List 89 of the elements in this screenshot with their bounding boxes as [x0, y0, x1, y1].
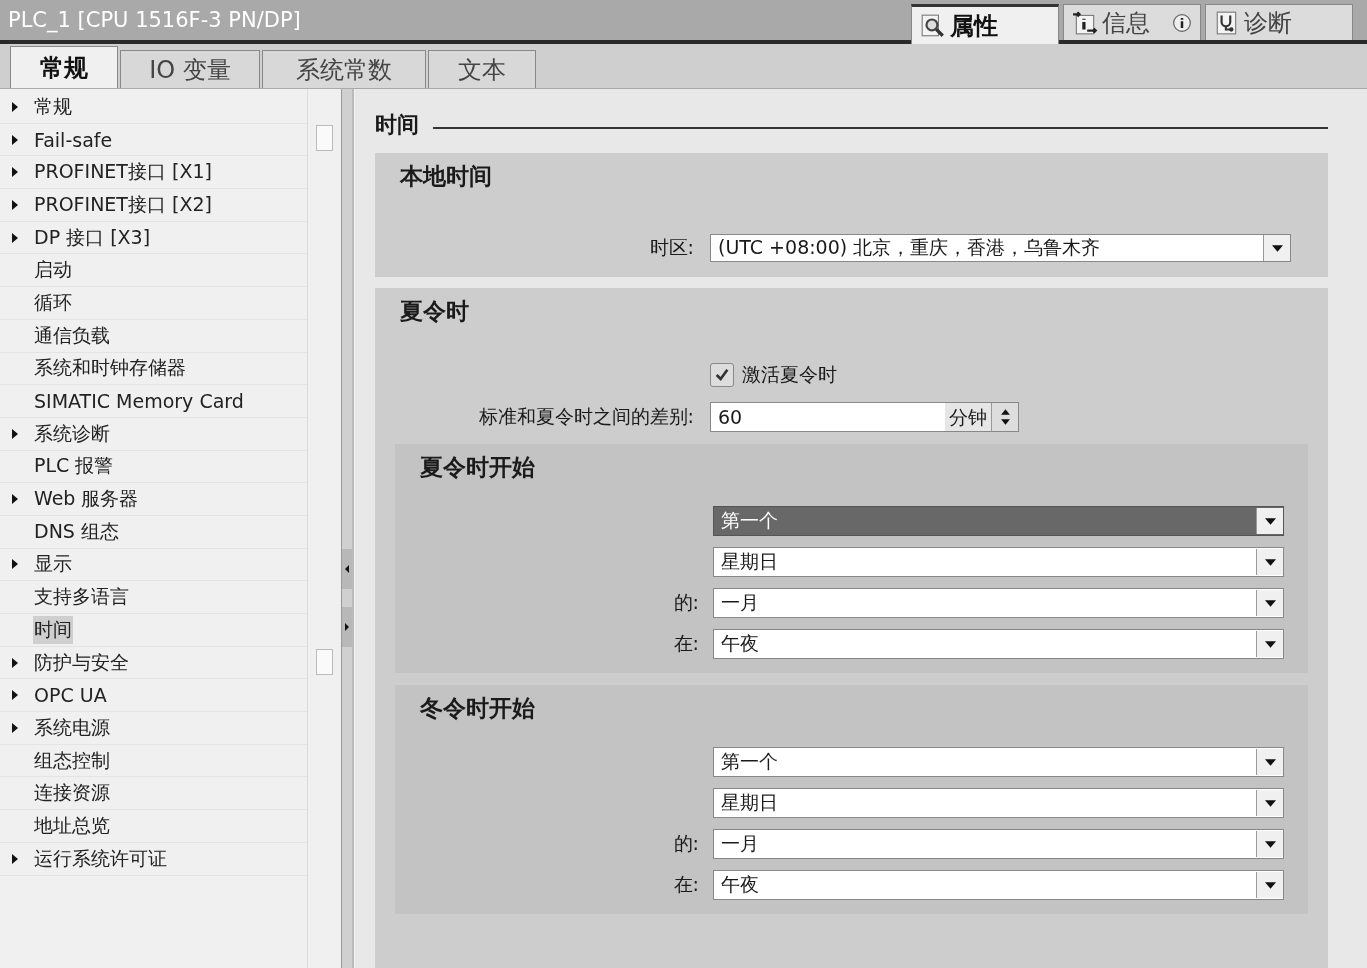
nav-item[interactable]: OPC UA: [33, 683, 108, 708]
right-arrow-icon: [344, 622, 350, 632]
expand-arrow-icon[interactable]: [11, 166, 19, 179]
dropdown[interactable]: 午夜: [713, 629, 1284, 659]
unit-label: 分钟: [945, 403, 991, 431]
info-icon: [1172, 12, 1192, 33]
dropdown-arrow-icon: [1264, 640, 1276, 648]
left-arrow-icon: [344, 564, 350, 574]
expand-arrow-icon[interactable]: [11, 493, 19, 506]
inspector-tab[interactable]: 信息: [1063, 4, 1201, 40]
nav-item[interactable]: DNS 组态: [33, 517, 120, 546]
nav-item[interactable]: Web 服务器: [33, 485, 140, 514]
dropdown-arrow-icon: [1264, 558, 1276, 566]
nav-item[interactable]: 地址总览: [33, 811, 111, 840]
dropdown-arrow-icon: [1264, 517, 1276, 525]
window-title: PLC_1 [CPU 1516F-3 PN/DP]: [7, 8, 301, 32]
field-label: 标准和夏令时之间的差别:: [477, 404, 695, 429]
inspector-tab[interactable]: 属性: [911, 4, 1059, 44]
nav-item[interactable]: PLC 报警: [33, 452, 115, 481]
number-field[interactable]: 60 分钟: [710, 402, 1019, 432]
dropdown-arrow-icon: [1264, 758, 1276, 766]
nav-item[interactable]: 支持多语言: [33, 583, 130, 612]
tab[interactable]: 文本: [428, 50, 536, 88]
dropdown[interactable]: 星期日: [713, 547, 1284, 577]
dropdown-arrow-icon: [1264, 799, 1276, 807]
checkbox-label: 激活夏令时: [742, 362, 837, 387]
spin-buttons[interactable]: [991, 403, 1018, 431]
expand-arrow-icon[interactable]: [11, 689, 19, 702]
inspector-tab[interactable]: 诊断: [1205, 4, 1353, 40]
expand-arrow-icon[interactable]: [11, 558, 19, 571]
expand-arrow-icon[interactable]: [11, 852, 19, 865]
dropdown[interactable]: 第一个: [713, 506, 1284, 536]
dropdown[interactable]: 一月: [713, 829, 1284, 859]
nav-item[interactable]: 系统诊断: [33, 419, 111, 448]
dropdown[interactable]: 星期日: [713, 788, 1284, 818]
nav-item[interactable]: 系统和时钟存储器: [33, 354, 187, 383]
expand-arrow-icon[interactable]: [11, 427, 19, 440]
field-label: 在:: [672, 872, 700, 897]
panel-title: 夏令时: [399, 297, 470, 326]
tab[interactable]: 系统常数: [262, 50, 426, 88]
nav-item[interactable]: PROFINET接口 [X1]: [33, 158, 213, 187]
expand-arrow-icon[interactable]: [11, 721, 19, 734]
dropdown[interactable]: 一月: [713, 588, 1284, 618]
expand-arrow-icon[interactable]: [11, 656, 19, 669]
nav-item[interactable]: 组态控制: [33, 746, 111, 775]
dropdown[interactable]: 第一个: [713, 747, 1284, 777]
panel-title: 夏令时开始: [419, 453, 536, 482]
field-label: 的:: [672, 590, 700, 615]
scroll-marker: [316, 125, 333, 151]
timezone-dropdown[interactable]: (UTC +08:00) 北京，重庆，香港，乌鲁木齐: [710, 234, 1291, 262]
expand-button[interactable]: [342, 607, 352, 647]
checkmark-icon: [714, 367, 730, 383]
nav-item[interactable]: 运行系统许可证: [33, 844, 168, 873]
nav-item[interactable]: 系统电源: [33, 713, 111, 742]
nav-item[interactable]: 时间: [33, 615, 73, 644]
nav-item[interactable]: DP 接口 [X3]: [33, 223, 152, 252]
nav-item[interactable]: Fail-safe: [33, 127, 114, 152]
field-label: 在:: [672, 631, 700, 656]
field-label: 的:: [672, 831, 700, 856]
dropdown-arrow-icon: [1264, 881, 1276, 889]
scroll-marker: [316, 649, 333, 675]
nav-item[interactable]: PROFINET接口 [X2]: [33, 190, 213, 219]
magnifier-icon: [920, 12, 946, 39]
tab[interactable]: IO 变量: [120, 50, 260, 88]
nav-item[interactable]: 显示: [33, 550, 73, 579]
tab[interactable]: 常规: [10, 46, 118, 88]
field-label: 时区:: [648, 235, 695, 260]
expand-arrow-icon[interactable]: [11, 133, 19, 146]
expand-arrow-icon[interactable]: [11, 100, 19, 113]
panel-title: 冬令时开始: [419, 694, 536, 723]
collapse-button[interactable]: [342, 549, 352, 589]
expand-arrow-icon[interactable]: [11, 198, 19, 211]
nav-item[interactable]: 通信负载: [33, 321, 111, 350]
nav-item[interactable]: 循环: [33, 288, 73, 317]
section-title: 时间: [375, 111, 419, 139]
dropdown-arrow-icon: [1264, 840, 1276, 848]
nav-item[interactable]: 常规: [33, 92, 73, 121]
panel-title: 本地时间: [398, 162, 493, 191]
up-down-arrows-icon: [999, 408, 1011, 426]
nav-item[interactable]: 连接资源: [33, 779, 111, 808]
nav-item[interactable]: 防护与安全: [33, 648, 130, 677]
expand-arrow-icon[interactable]: [11, 231, 19, 244]
nav-item[interactable]: SIMATIC Memory Card: [33, 389, 245, 414]
nav-item[interactable]: 启动: [33, 256, 73, 285]
dropdown-arrow-icon: [1271, 244, 1283, 252]
dropdown[interactable]: 午夜: [713, 870, 1284, 900]
checkbox[interactable]: [710, 363, 734, 387]
dropdown-arrow-icon: [1264, 599, 1276, 607]
info-arrows-icon: [1072, 9, 1098, 36]
